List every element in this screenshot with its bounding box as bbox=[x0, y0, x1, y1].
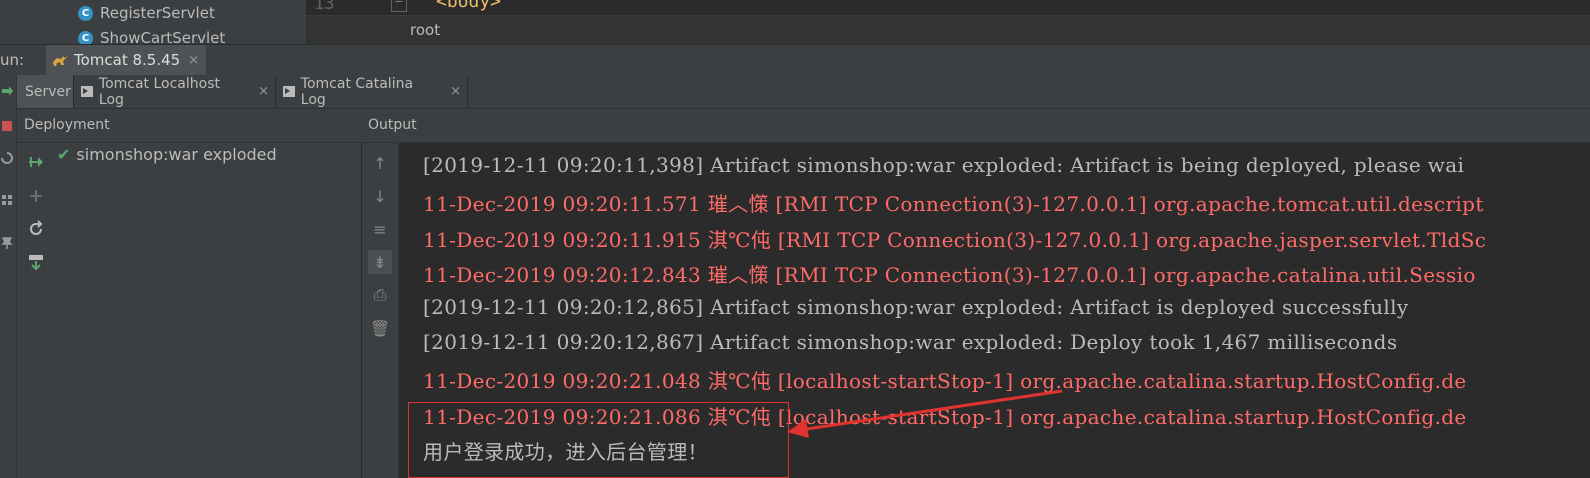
line-number: 13 bbox=[314, 0, 335, 14]
run-left-toolbar bbox=[0, 75, 17, 478]
fold-icon[interactable]: − bbox=[391, 0, 407, 12]
tab-tomcat-localhost-log[interactable]: Tomcat Localhost Log × bbox=[73, 75, 276, 108]
check-icon: ✔ bbox=[57, 145, 71, 164]
output-header: Output bbox=[368, 117, 417, 133]
close-icon[interactable]: × bbox=[188, 53, 199, 68]
deployment-item[interactable]: ✔ simonshop:war exploded bbox=[57, 145, 277, 164]
deploy-icon[interactable] bbox=[27, 153, 45, 171]
deploy-all-icon[interactable] bbox=[27, 253, 45, 271]
stop-icon[interactable] bbox=[0, 119, 14, 135]
breadcrumb-item[interactable]: root bbox=[410, 21, 440, 39]
close-icon[interactable]: × bbox=[258, 84, 269, 99]
breadcrumb: root bbox=[306, 15, 1590, 44]
run-tab-label: Tomcat 8.5.45 bbox=[74, 51, 181, 69]
top-strip: C RegisterServlet C ShowCartServlet 13 −… bbox=[0, 0, 1590, 44]
console-line: 11-Dec-2019 09:20:12.843 璀︿憡 [RMI TCP Co… bbox=[423, 263, 1476, 287]
tomcat-icon bbox=[53, 55, 67, 66]
tree-item-label: ShowCartServlet bbox=[100, 29, 226, 44]
scroll-up-icon[interactable]: ↑ bbox=[368, 151, 392, 175]
panel-headers: Deployment Output bbox=[17, 109, 1590, 143]
trash-icon[interactable]: 🗑 bbox=[368, 316, 392, 340]
tab-server[interactable]: Server bbox=[17, 75, 74, 108]
scroll-to-end-icon[interactable]: ⇟ bbox=[368, 250, 392, 274]
highlight-box bbox=[408, 402, 789, 478]
scroll-down-icon[interactable]: ↓ bbox=[368, 184, 392, 208]
class-icon: C bbox=[78, 5, 93, 21]
console-line: [2019-12-11 09:20:11,398] Artifact simon… bbox=[423, 153, 1465, 177]
tree-item-label: RegisterServlet bbox=[100, 4, 215, 22]
close-icon[interactable]: × bbox=[450, 84, 461, 99]
console-icon bbox=[283, 86, 295, 97]
tab-label: Tomcat Catalina Log bbox=[300, 75, 414, 108]
class-icon: C bbox=[78, 30, 93, 44]
console-icon bbox=[81, 86, 93, 97]
code-editor[interactable]: 13 − <body> root bbox=[306, 0, 1590, 44]
pin-icon[interactable] bbox=[0, 235, 14, 251]
console-line: 11-Dec-2019 09:20:11.915 淇℃伅 [RMI TCP Co… bbox=[423, 228, 1487, 252]
print-icon[interactable]: ⎙ bbox=[368, 283, 392, 307]
run-tool-bar: un: Tomcat 8.5.45 × bbox=[0, 44, 1590, 76]
deployment-panel: ✔ simonshop:war exploded bbox=[17, 143, 362, 478]
deployment-header: Deployment bbox=[24, 117, 110, 133]
deployment-item-label: simonshop:war exploded bbox=[76, 145, 277, 164]
rerun-icon[interactable] bbox=[0, 83, 14, 101]
console-line: 11-Dec-2019 09:20:11.571 璀︿憡 [RMI TCP Co… bbox=[423, 192, 1484, 216]
refresh-icon[interactable] bbox=[27, 220, 45, 238]
console-line: 11-Dec-2019 09:20:21.048 淇℃伅 [localhost-… bbox=[423, 369, 1467, 393]
run-label: un: bbox=[0, 51, 25, 69]
tab-label: Tomcat Localhost Log bbox=[98, 75, 220, 108]
console-line: [2019-12-11 09:20:12,867] Artifact simon… bbox=[423, 330, 1398, 354]
tab-tomcat-catalina-log[interactable]: Tomcat Catalina Log × bbox=[275, 75, 468, 108]
code-line[interactable]: <body> bbox=[436, 0, 501, 12]
layout-icon[interactable] bbox=[0, 193, 14, 209]
undeploy-icon[interactable] bbox=[27, 187, 45, 205]
server-subtabs: Server Tomcat Localhost Log × Tomcat Cat… bbox=[17, 75, 1590, 109]
soft-wrap-icon[interactable]: ≡ bbox=[368, 217, 392, 241]
tab-label: Server bbox=[25, 83, 71, 100]
update-icon[interactable] bbox=[0, 151, 14, 167]
tree-item-register-servlet[interactable]: C RegisterServlet bbox=[78, 2, 215, 24]
project-tree: C RegisterServlet C ShowCartServlet bbox=[0, 0, 306, 44]
deployment-toolbar bbox=[17, 143, 53, 478]
console-line: [2019-12-11 09:20:12,865] Artifact simon… bbox=[423, 295, 1409, 319]
output-toolbar: ↑ ↓ ≡ ⇟ ⎙ 🗑 bbox=[362, 143, 399, 478]
tab-tomcat-run[interactable]: Tomcat 8.5.45 × bbox=[46, 45, 206, 75]
tree-item-show-cart-servlet[interactable]: C ShowCartServlet bbox=[78, 27, 225, 44]
